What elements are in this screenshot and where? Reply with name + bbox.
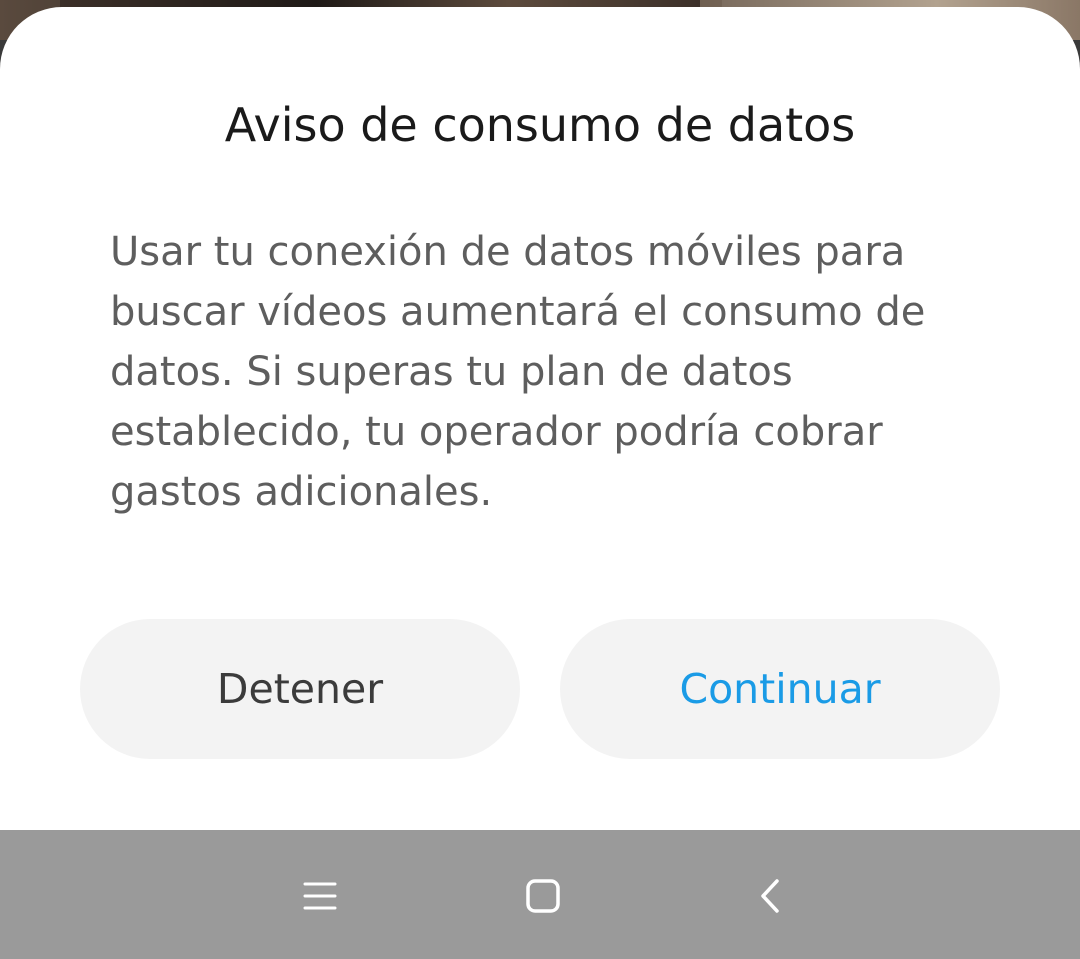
continue-button[interactable]: Continuar xyxy=(560,619,1000,759)
navigation-bar xyxy=(0,830,1080,959)
back-icon[interactable] xyxy=(738,864,802,928)
menu-icon[interactable] xyxy=(288,864,352,928)
home-icon[interactable] xyxy=(511,864,575,928)
dialog-message: Usar tu conexión de datos móviles para b… xyxy=(110,229,926,515)
stop-button[interactable]: Detener xyxy=(80,619,520,759)
dialog-title: Aviso de consumo de datos xyxy=(224,98,856,152)
